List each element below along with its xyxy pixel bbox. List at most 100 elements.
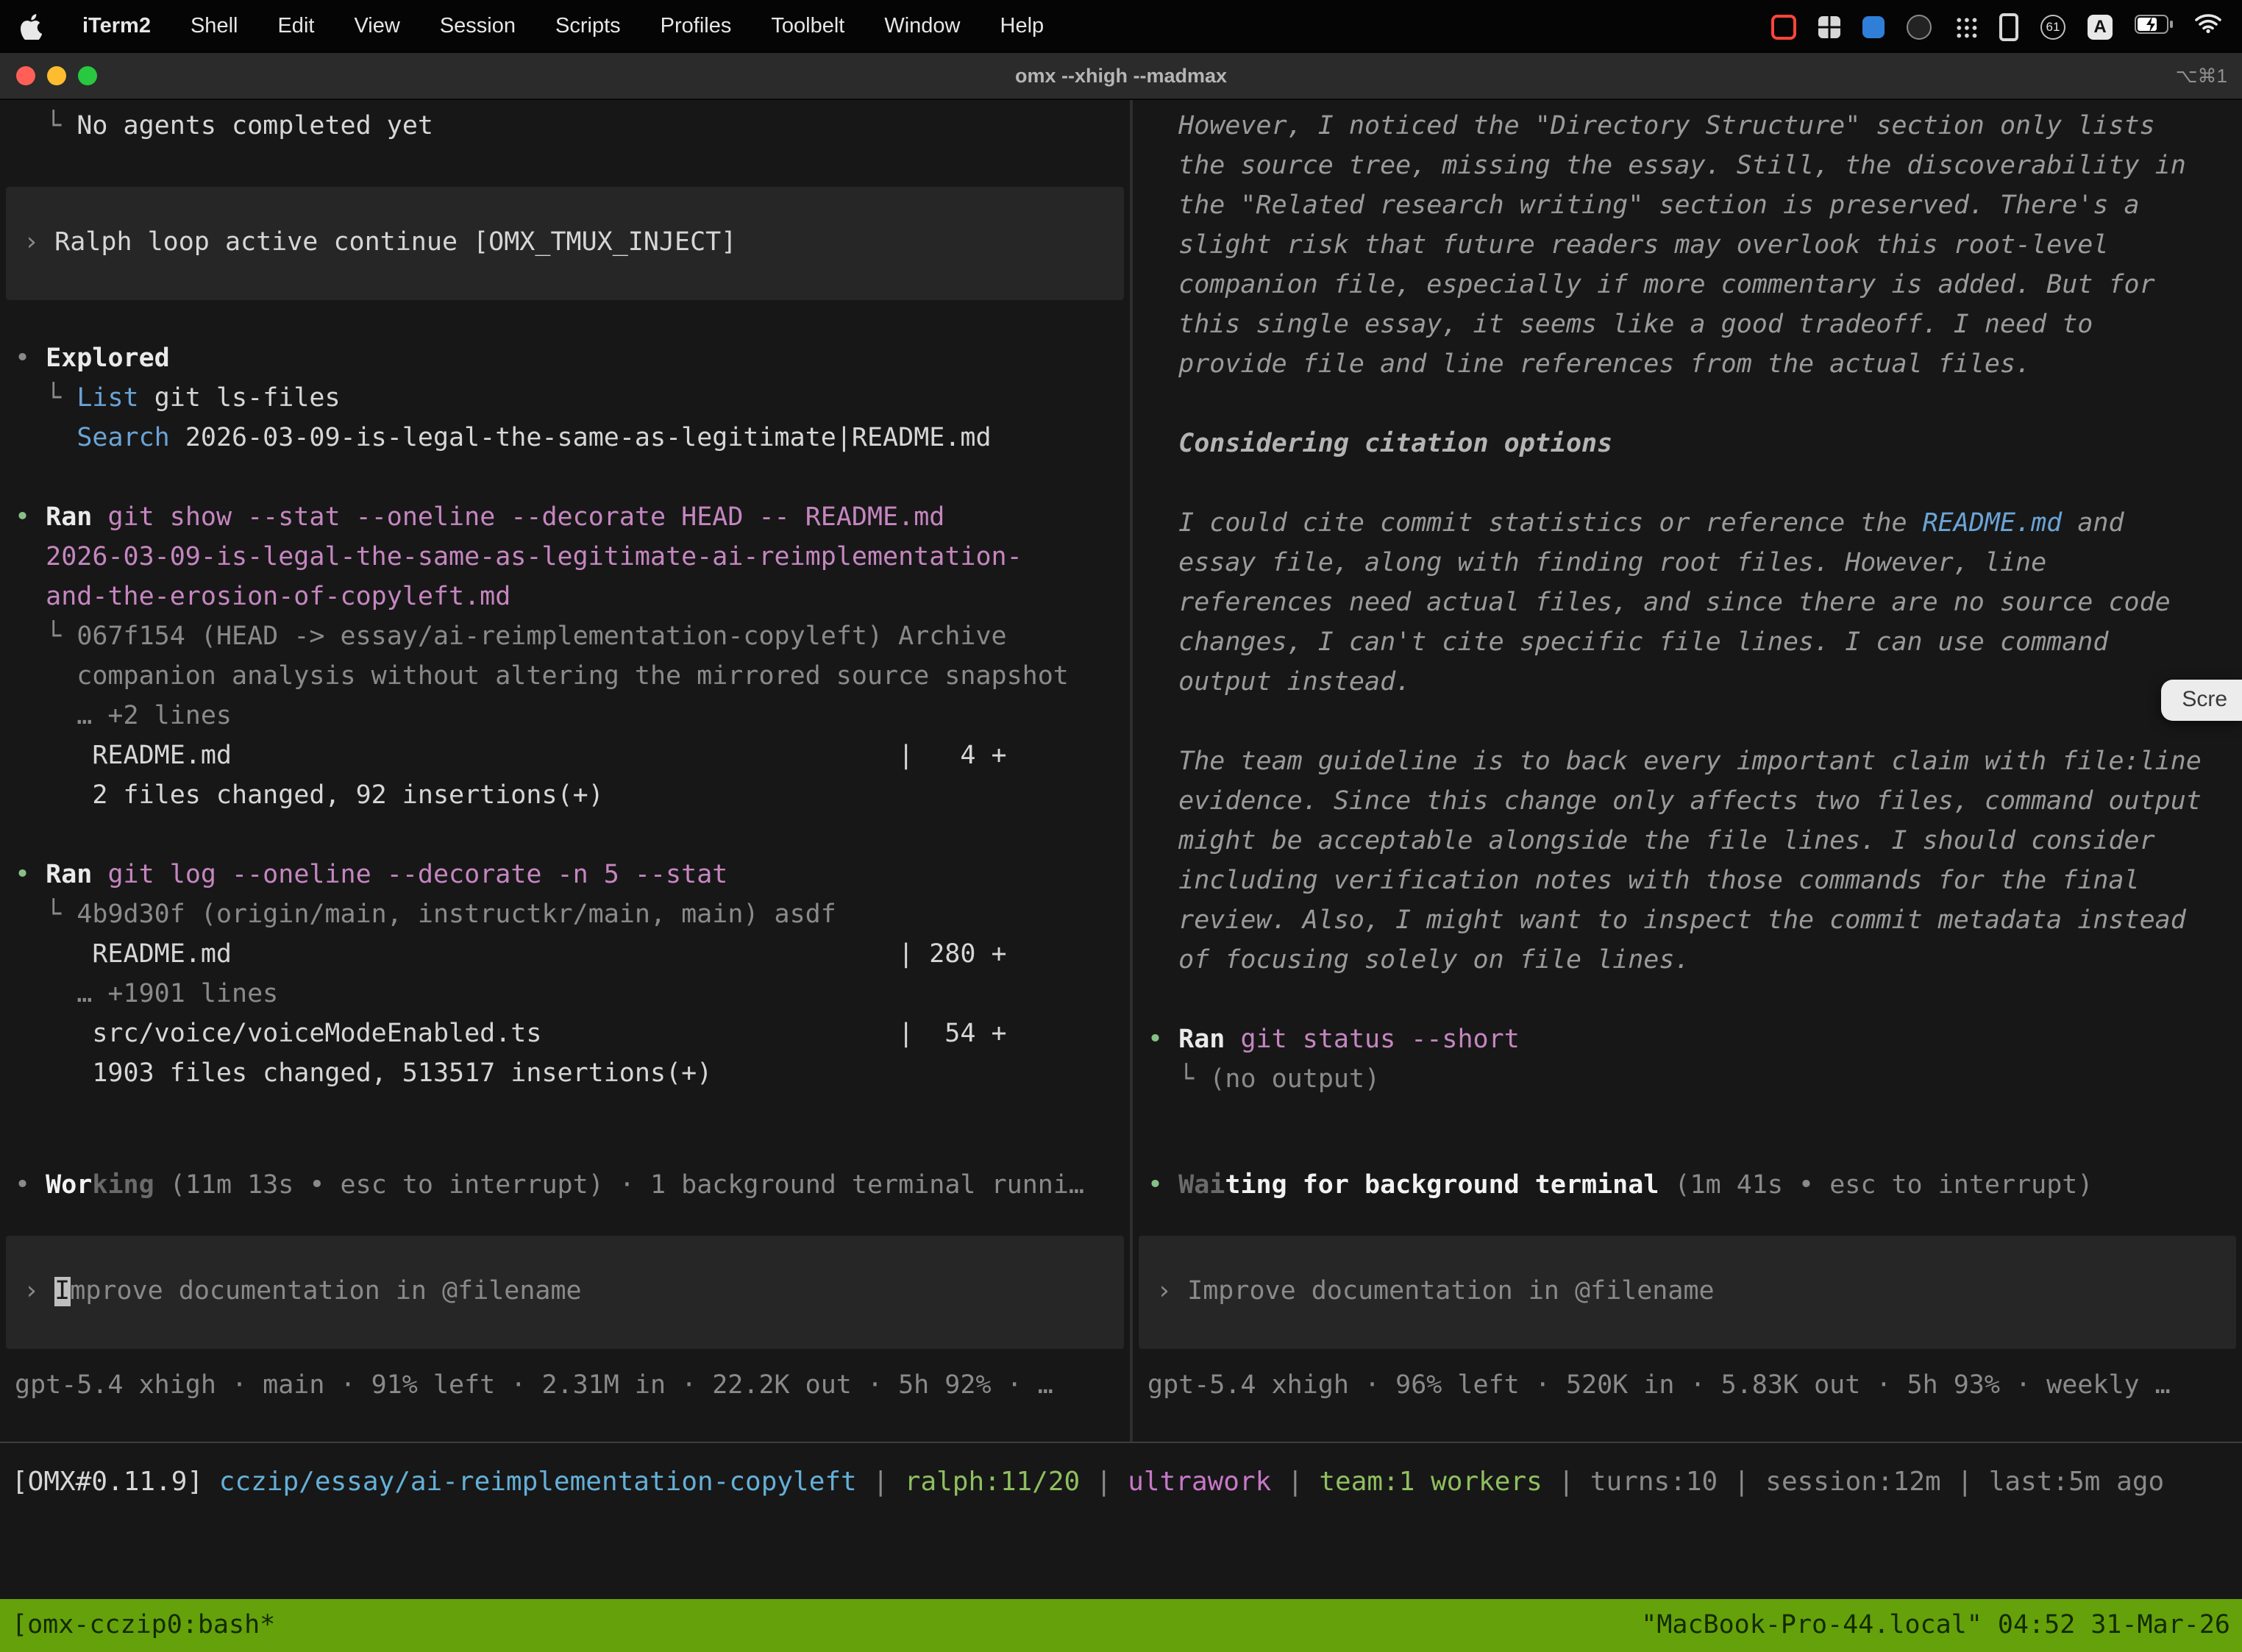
terminal-text-segment: (11m 13s • esc to interrupt) · 1 backgro… bbox=[154, 1171, 1084, 1200]
ralph-loop-banner: › Ralph loop active continue [OMX_TMUX_I… bbox=[24, 224, 1106, 263]
terminal-text-segment bbox=[92, 861, 107, 890]
menu-item-edit[interactable]: Edit bbox=[277, 15, 314, 38]
terminal-text-segment bbox=[15, 543, 46, 572]
terminal-line: • Ran git status --short bbox=[1147, 1021, 2227, 1061]
terminal-text-segment: List bbox=[76, 384, 138, 413]
menu-bar: iTerm2 Shell Edit View Session Scripts P… bbox=[0, 0, 2242, 53]
terminal-text-segment: cczip/essay/ai-reimplementation-copyleft bbox=[219, 1467, 857, 1498]
wifi-icon[interactable] bbox=[2195, 13, 2221, 40]
menu-bar-left: iTerm2 Shell Edit View Session Scripts P… bbox=[21, 13, 1044, 40]
left-pane[interactable]: └ No agents completed yet› Ralph loop ac… bbox=[0, 100, 1130, 1442]
dark-app-icon[interactable] bbox=[1907, 14, 1932, 39]
terminal-text-segment: └ bbox=[15, 384, 76, 413]
terminal-text-segment: including verification notes with those … bbox=[1147, 866, 2140, 896]
input-source-a-icon[interactable]: A bbox=[2088, 14, 2113, 39]
menu-item-toolbelt[interactable]: Toolbelt bbox=[771, 15, 844, 38]
terminal-text-segment: › bbox=[24, 1277, 54, 1306]
battery-percentage-badge[interactable]: 61 bbox=[2040, 14, 2065, 39]
terminal-text-segment: 2026-03-09-is-legal-the-same-as-legitima… bbox=[46, 543, 1022, 572]
terminal-text-segment: ultrawork bbox=[1128, 1467, 1271, 1498]
menu-item-iterm2[interactable]: iTerm2 bbox=[82, 15, 151, 38]
tmux-host-clock: "MacBook-Pro-44.local" 04:52 31-Mar-26 bbox=[1641, 1611, 2230, 1640]
menu-item-help[interactable]: Help bbox=[1000, 15, 1045, 38]
terminal-text-segment: README.md | 4 + bbox=[15, 741, 1007, 771]
terminal-text-segment: the source tree, missing the essay. Stil… bbox=[1147, 152, 2186, 181]
screen: iTerm2 Shell Edit View Session Scripts P… bbox=[0, 0, 2242, 1642]
terminal-line: provide file and line references from th… bbox=[1147, 346, 2227, 385]
minimize-button[interactable] bbox=[47, 66, 66, 85]
prompt-input[interactable]: › Improve documentation in @filename bbox=[1139, 1236, 2236, 1349]
terminal-line: I could cite commit statistics or refere… bbox=[1147, 505, 2227, 544]
right-pane[interactable]: However, I noticed the "Directory Struct… bbox=[1133, 100, 2242, 1442]
menu-item-session[interactable]: Session bbox=[440, 15, 516, 38]
terminal-text-segment: • bbox=[1147, 1025, 1178, 1055]
tmux-status-bar: [omx-cczip0:bash* "MacBook-Pro-44.local"… bbox=[0, 1599, 2242, 1652]
terminal-line: … +1901 lines bbox=[15, 975, 1115, 1015]
menu-item-profiles[interactable]: Profiles bbox=[661, 15, 732, 38]
blue-app-icon[interactable] bbox=[1862, 15, 1885, 38]
ralph-loop-banner: › Ralph loop active continue [OMX_TMUX_I… bbox=[6, 187, 1124, 300]
terminal-text-segment: (1m 41s • esc to interrupt) bbox=[1659, 1171, 2093, 1200]
app-grid-icon[interactable] bbox=[1954, 15, 1977, 38]
terminal-line: README.md | 280 + bbox=[15, 936, 1115, 975]
terminal-line: references need actual files, and since … bbox=[1147, 584, 2227, 624]
terminal-text-segment bbox=[92, 503, 107, 533]
terminal-text-segment: ting for background terminal bbox=[1225, 1171, 1659, 1200]
terminal-line: └ 067f154 (HEAD -> essay/ai-reimplementa… bbox=[15, 618, 1115, 658]
terminal-text-segment: git show --stat --oneline --decorate HEA… bbox=[107, 503, 944, 533]
menu-item-window[interactable]: Window bbox=[884, 15, 960, 38]
terminal-text-segment: references need actual files, and since … bbox=[1147, 588, 2171, 618]
terminal-text-segment: essay file, along with finding root file… bbox=[1147, 549, 2046, 578]
terminal-text-segment: Ran bbox=[46, 503, 92, 533]
prompt-input: › Improve documentation in @filename bbox=[1156, 1272, 2218, 1312]
menu-item-scripts[interactable]: Scripts bbox=[555, 15, 621, 38]
terminal-text-segment: └ bbox=[15, 622, 76, 652]
terminal-line: However, I noticed the "Directory Struct… bbox=[1147, 107, 2227, 147]
reasoning-heading: Considering citation options bbox=[1147, 425, 2227, 465]
terminal-text-segment: | bbox=[1542, 1467, 1590, 1498]
terminal-text-segment: turns:10 bbox=[1590, 1467, 1718, 1498]
terminal-text-segment: I bbox=[54, 1277, 70, 1306]
apple-logo-icon bbox=[21, 13, 43, 40]
terminal-line: the "Related research writing" section i… bbox=[1147, 187, 2227, 227]
terminal-line: src/voice/voiceModeEnabled.ts | 54 + bbox=[15, 1015, 1115, 1055]
terminal-line: Search 2026-03-09-is-legal-the-same-as-l… bbox=[15, 419, 1115, 459]
flex-spacer bbox=[1147, 1100, 2227, 1167]
terminal-line: └ (no output) bbox=[1147, 1061, 2227, 1100]
model-status-line: gpt-5.4 xhigh · main · 91% left · 2.31M … bbox=[15, 1367, 1115, 1406]
terminal-text-segment: └ bbox=[15, 112, 76, 141]
terminal-text-segment: • bbox=[1147, 1171, 1178, 1200]
terminal-text-segment: gpt-5.4 xhigh · main · 91% left · 2.31M … bbox=[15, 1371, 1053, 1400]
flex-spacer bbox=[15, 1094, 1115, 1167]
tiles-icon[interactable] bbox=[1818, 15, 1840, 38]
prompt-input[interactable]: › Improve documentation in @filename bbox=[6, 1236, 1124, 1349]
model-status-line: gpt-5.4 xhigh · 96% left · 520K in · 5.8… bbox=[1147, 1367, 2227, 1406]
omx-status-line: [OMX#0.11.9] cczip/essay/ai-reimplementa… bbox=[12, 1464, 2230, 1503]
recording-stop-icon[interactable] bbox=[1771, 14, 1796, 39]
battery-icon[interactable] bbox=[2135, 14, 2173, 39]
terminal-text-segment: README.md | 280 + bbox=[15, 940, 1007, 969]
tmux-session-label: [omx-cczip0:bash* bbox=[12, 1611, 275, 1640]
terminal-line: and-the-erosion-of-copyleft.md bbox=[15, 578, 1115, 618]
apple-menu[interactable] bbox=[21, 13, 43, 40]
terminal-line: changes, I can't cite specific file line… bbox=[1147, 624, 2227, 663]
menu-item-view[interactable]: View bbox=[354, 15, 399, 38]
terminal-line: the source tree, missing the essay. Stil… bbox=[1147, 147, 2227, 187]
terminal-text-segment: I could cite commit statistics or refere… bbox=[1147, 509, 1923, 538]
terminal-line: • Ran git show --stat --oneline --decora… bbox=[15, 499, 1115, 538]
terminal-text-segment: Ran bbox=[1178, 1025, 1225, 1055]
terminal-text-segment: king bbox=[92, 1171, 154, 1200]
phone-icon[interactable] bbox=[1999, 13, 2018, 40]
terminal-line: including verification notes with those … bbox=[1147, 862, 2227, 902]
terminal-text-segment: (no output) bbox=[1209, 1065, 1380, 1094]
terminal-text-segment: However, I noticed the "Directory Struct… bbox=[1147, 112, 2155, 141]
screen-share-overlay-button[interactable]: Scre bbox=[2161, 680, 2242, 721]
menu-item-shell[interactable]: Shell bbox=[191, 15, 238, 38]
close-button[interactable] bbox=[16, 66, 35, 85]
terminal-text-segment: team:1 workers bbox=[1319, 1467, 1542, 1498]
traffic-lights bbox=[16, 66, 97, 85]
terminal-text-segment: [OMX#0.11.9] bbox=[12, 1467, 219, 1498]
terminal-text-segment: › bbox=[24, 228, 54, 257]
zoom-button[interactable] bbox=[78, 66, 97, 85]
title-bar: omx --xhigh --madmax ⌥⌘1 bbox=[0, 53, 2242, 100]
